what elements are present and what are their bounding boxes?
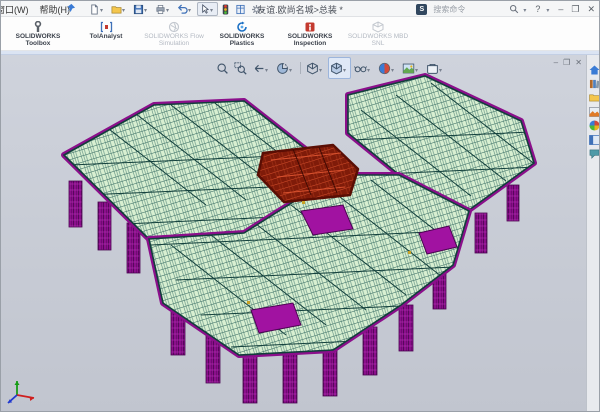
- document-title: 友谊.欧尚名城>总装 *: [257, 3, 343, 16]
- doc-minimize-button[interactable]: –: [554, 58, 558, 67]
- menu-window[interactable]: 窗口(W): [0, 3, 30, 16]
- flow-simulation-icon: [168, 20, 180, 33]
- addin-flow-simulation[interactable]: SOLIDWORKS Flow Simulation: [141, 18, 207, 50]
- chevron-down-icon[interactable]: [188, 4, 194, 14]
- addin-label: SOLIDWORKS MBD SNL: [346, 33, 410, 48]
- print-button[interactable]: [153, 2, 174, 16]
- addin-mbd-snl[interactable]: SOLIDWORKS MBD SNL: [345, 18, 411, 50]
- restore-button[interactable]: ❐: [569, 3, 581, 16]
- command-search-input[interactable]: [431, 3, 505, 15]
- display-style-button[interactable]: [328, 57, 351, 79]
- new-button[interactable]: [87, 2, 108, 16]
- pin-icon[interactable]: [65, 3, 76, 14]
- help-button[interactable]: ?: [533, 3, 542, 16]
- command-manager-ribbon: SOLIDWORKS Toolbox TolAnalyst SOLIDWORKS…: [1, 17, 599, 51]
- toolbox-icon: [32, 20, 44, 33]
- view-settings-button[interactable]: [424, 57, 447, 79]
- formwork-assembly-model[interactable]: [1, 55, 600, 412]
- chevron-down-icon[interactable]: [546, 4, 552, 14]
- mbd-snl-icon: [372, 20, 384, 33]
- rebuild-button[interactable]: [219, 2, 232, 16]
- addin-label: SOLIDWORKS Plastics: [210, 33, 274, 48]
- solidworks-badge-icon: S: [416, 4, 427, 15]
- addin-label: TolAnalyst: [90, 33, 123, 40]
- inspection-icon: [304, 20, 316, 33]
- view-orientation-button[interactable]: [304, 57, 327, 79]
- plastics-icon: [236, 20, 248, 33]
- toolbar-separator: [300, 62, 301, 74]
- addin-label: SOLIDWORKS Flow Simulation: [142, 33, 206, 48]
- chevron-down-icon[interactable]: [319, 59, 325, 77]
- appearances-scenes-icon[interactable]: [588, 120, 600, 131]
- task-pane-strip: [586, 55, 600, 412]
- select-button[interactable]: [197, 2, 218, 16]
- document-window-controls: – ❐ ✕: [554, 58, 582, 67]
- chevron-down-icon[interactable]: [210, 4, 216, 14]
- chevron-down-icon[interactable]: [415, 59, 421, 77]
- previous-view-button[interactable]: [250, 57, 273, 79]
- view-palette-icon[interactable]: [588, 106, 600, 117]
- addin-label: SOLIDWORKS Toolbox: [6, 33, 70, 48]
- chevron-down-icon[interactable]: [122, 4, 128, 14]
- solidworks-window: 窗口(W) 帮助(H): [0, 0, 600, 412]
- addin-solidworks-toolbox[interactable]: SOLIDWORKS Toolbox: [5, 18, 71, 50]
- solidworks-resources-icon[interactable]: [588, 64, 600, 75]
- open-button[interactable]: [109, 2, 130, 16]
- orientation-triad: [4, 373, 46, 409]
- chevron-down-icon[interactable]: [367, 59, 373, 77]
- chevron-down-icon[interactable]: [144, 4, 150, 14]
- file-explorer-icon[interactable]: [588, 92, 600, 103]
- custom-properties-icon[interactable]: [588, 134, 600, 145]
- file-properties-button[interactable]: [233, 2, 248, 16]
- addin-inspection[interactable]: SOLIDWORKS Inspection: [277, 18, 343, 50]
- save-button[interactable]: [131, 2, 152, 16]
- search-icon[interactable]: [509, 4, 519, 14]
- chevron-down-icon[interactable]: [391, 59, 397, 77]
- chevron-down-icon[interactable]: [100, 4, 106, 14]
- title-bar: 窗口(W) 帮助(H): [1, 1, 599, 17]
- design-library-icon[interactable]: [588, 78, 600, 89]
- chevron-down-icon[interactable]: [439, 59, 445, 77]
- minimize-button[interactable]: –: [556, 3, 565, 16]
- tolanalyst-icon: [100, 20, 113, 33]
- zoom-to-fit-button[interactable]: [214, 60, 231, 77]
- zoom-to-area-button[interactable]: [232, 60, 249, 77]
- close-button[interactable]: ✕: [585, 3, 597, 16]
- chevron-down-icon[interactable]: [523, 4, 529, 14]
- quick-access-toolbar: [87, 2, 270, 16]
- solidworks-forum-icon[interactable]: [588, 148, 600, 159]
- chevron-down-icon[interactable]: [166, 4, 172, 14]
- hide-show-items-button[interactable]: [352, 57, 375, 79]
- menu-bar: 窗口(W) 帮助(H): [0, 3, 71, 16]
- undo-button[interactable]: [175, 2, 196, 16]
- doc-restore-button[interactable]: ❐: [563, 58, 570, 67]
- section-view-button[interactable]: [274, 57, 297, 79]
- addin-label: SOLIDWORKS Inspection: [278, 33, 342, 48]
- titlebar-right-cluster: S ? – ❐ ✕: [416, 2, 597, 16]
- graphics-viewport[interactable]: – ❐ ✕: [1, 55, 600, 412]
- chevron-down-icon[interactable]: [343, 59, 349, 77]
- edit-appearance-button[interactable]: [376, 57, 399, 79]
- apply-scene-button[interactable]: [400, 57, 423, 79]
- addin-plastics[interactable]: SOLIDWORKS Plastics: [209, 18, 275, 50]
- heads-up-view-toolbar: [214, 57, 447, 79]
- addin-tolanalyst[interactable]: TolAnalyst: [73, 18, 139, 50]
- doc-close-button[interactable]: ✕: [575, 58, 582, 67]
- chevron-down-icon[interactable]: [265, 59, 271, 77]
- chevron-down-icon[interactable]: [289, 59, 295, 77]
